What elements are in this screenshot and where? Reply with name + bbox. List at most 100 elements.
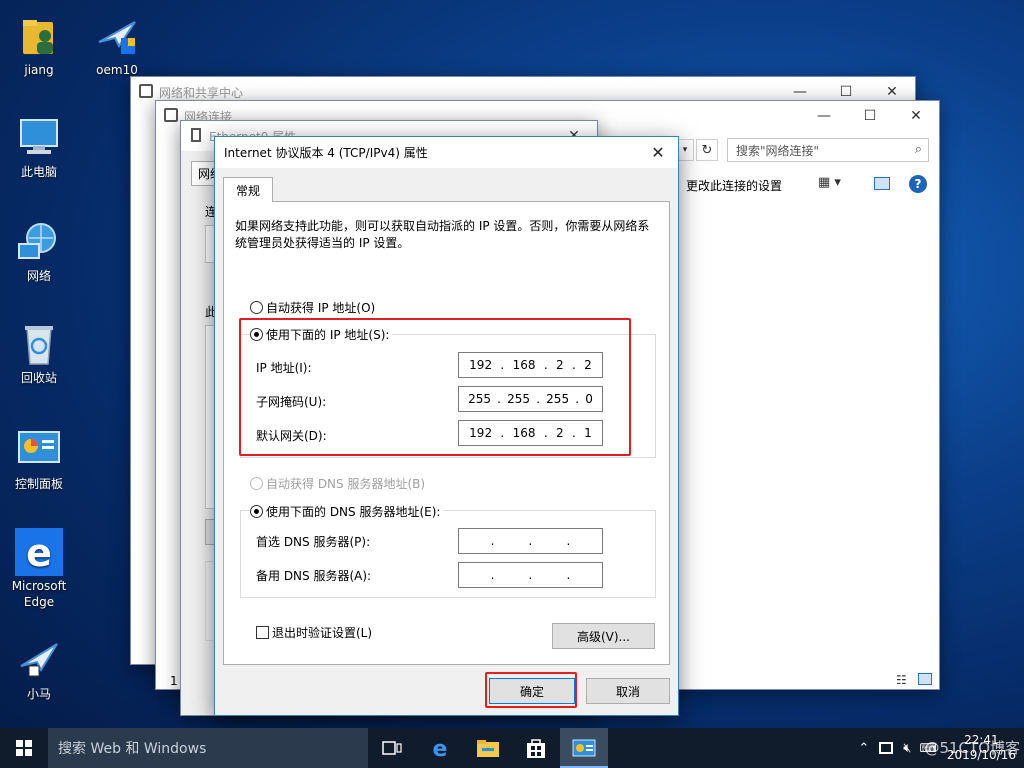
taskbar-search-box[interactable]: 搜索 Web 和 Windows bbox=[48, 728, 368, 768]
control-panel-icon bbox=[15, 426, 63, 474]
store-icon bbox=[527, 739, 545, 758]
taskbar-edge[interactable]: e bbox=[416, 728, 464, 768]
watermark: @51CTO博客 bbox=[924, 739, 1020, 757]
octet: 192 bbox=[469, 426, 493, 440]
validate-on-exit-checkbox[interactable]: 退出时验证设置(L) bbox=[256, 624, 372, 641]
octet: 255 bbox=[546, 392, 570, 406]
network-icon bbox=[164, 108, 178, 122]
preferred-dns-label: 首选 DNS 服务器(P): bbox=[256, 535, 371, 549]
octet: 192 bbox=[469, 358, 493, 372]
alternate-dns-label: 备用 DNS 服务器(A): bbox=[256, 569, 372, 583]
desktop-icon-label: jiang bbox=[24, 63, 54, 77]
maximize-button[interactable]: ☐ bbox=[847, 101, 893, 131]
octet: 255 bbox=[468, 392, 491, 406]
status-count: 1 bbox=[170, 674, 178, 688]
preview-pane-icon[interactable] bbox=[874, 177, 890, 190]
desktop-icon-jiang[interactable]: jiang bbox=[0, 12, 78, 78]
auto-dns-radio[interactable]: 自动获得 DNS 服务器地址(B) bbox=[250, 475, 425, 492]
close-button[interactable]: ✕ bbox=[893, 101, 939, 131]
desktop-icon-xiaoma[interactable]: 小马 bbox=[0, 636, 78, 702]
octet: 0 bbox=[585, 392, 593, 406]
start-button[interactable] bbox=[0, 728, 48, 768]
large-icons-view-icon[interactable] bbox=[918, 673, 932, 685]
octet: 2 bbox=[556, 358, 564, 372]
octet: 2 bbox=[556, 426, 564, 440]
help-icon[interactable]: ? bbox=[909, 175, 927, 193]
octet: 168 bbox=[512, 358, 536, 372]
folder-icon bbox=[477, 740, 499, 757]
search-icon: ⌕ bbox=[914, 142, 922, 157]
desktop-icon-label: 网络 bbox=[26, 269, 51, 283]
desktop-icon-label: 此电脑 bbox=[20, 165, 57, 179]
manual-dns-radio[interactable]: 使用下面的 DNS 服务器地址(E): bbox=[250, 503, 444, 520]
octet: 168 bbox=[512, 426, 536, 440]
ip-address-label: IP 地址(I): bbox=[256, 361, 312, 375]
radio-button[interactable] bbox=[250, 505, 263, 518]
auto-ip-label: 自动获得 IP 地址(O) bbox=[266, 301, 376, 315]
preferred-dns-field[interactable]: ... bbox=[458, 528, 603, 554]
taskbar-file-explorer[interactable] bbox=[464, 728, 512, 768]
task-view-button[interactable] bbox=[368, 728, 416, 768]
octet: 255 bbox=[507, 392, 531, 406]
dialog-titlebar[interactable]: Internet 协议版本 4 (TCP/IPv4) 属性 ✕ bbox=[215, 137, 678, 168]
search-input[interactable]: 搜索"网络连接" ⌕ bbox=[727, 138, 929, 162]
show-hidden-icons-chevron-icon[interactable]: ⌃ bbox=[858, 741, 869, 756]
octet: 2 bbox=[584, 358, 592, 372]
network-tray-icon[interactable] bbox=[879, 742, 894, 754]
ip-address-field[interactable]: 192. 168. 2. 2 bbox=[458, 352, 603, 378]
system-tray: ⌃ 🔇︎ ⌨ 22:41 2019/10/16 @51CTO博客 bbox=[858, 728, 1024, 768]
close-button[interactable]: ✕ bbox=[638, 137, 678, 168]
edge-icon: e bbox=[433, 737, 448, 760]
control-panel-icon bbox=[572, 739, 596, 757]
radio-button[interactable] bbox=[250, 477, 263, 490]
general-tab-panel: 如果网络支持此功能，则可以获取自动指派的 IP 设置。否则，你需要从网络系统管理… bbox=[223, 201, 670, 665]
gateway-field[interactable]: 192. 168. 2. 1 bbox=[458, 420, 603, 446]
desktop-icon-control-panel[interactable]: 控制面板 bbox=[0, 426, 78, 492]
desktop-icon-label: 回收站 bbox=[20, 371, 57, 385]
volume-muted-icon[interactable]: 🔇︎ bbox=[903, 741, 911, 756]
desktop-icon-oem10[interactable]: oem10 bbox=[78, 12, 156, 78]
computer-icon bbox=[15, 114, 63, 162]
minimize-button[interactable]: — bbox=[801, 101, 847, 131]
desktop-icon-edge[interactable]: e Microsoft Edge bbox=[0, 528, 78, 610]
gateway-label: 默认网关(D): bbox=[256, 429, 327, 443]
desktop-icon-network[interactable]: 网络 bbox=[0, 218, 78, 284]
radio-button[interactable] bbox=[250, 328, 263, 341]
advanced-button[interactable]: 高级(V)... bbox=[552, 623, 655, 649]
user-folder-icon bbox=[15, 12, 63, 60]
view-options-icon[interactable]: ▦ ▾ bbox=[818, 175, 841, 190]
tab-general[interactable]: 常规 bbox=[223, 177, 273, 202]
taskbar-store[interactable] bbox=[512, 728, 560, 768]
ipv4-properties-dialog[interactable]: Internet 协议版本 4 (TCP/IPv4) 属性 ✕ 常规 如果网络支… bbox=[214, 136, 679, 716]
radio-button[interactable] bbox=[250, 301, 263, 314]
bird-shortcut-icon bbox=[15, 636, 63, 684]
desktop-icon-recycle-bin[interactable]: 回收站 bbox=[0, 320, 78, 386]
cancel-button[interactable]: 取消 bbox=[586, 678, 670, 704]
auto-dns-label: 自动获得 DNS 服务器地址(B) bbox=[266, 477, 426, 491]
desktop-icon-label: 控制面板 bbox=[14, 477, 63, 491]
taskbar: 搜索 Web 和 Windows e ⌃ 🔇︎ ⌨ 22:41 2019/10/… bbox=[0, 728, 1024, 768]
network-icon bbox=[139, 84, 153, 98]
task-view-icon bbox=[382, 741, 402, 755]
dialog-title: Internet 协议版本 4 (TCP/IPv4) 属性 bbox=[224, 146, 428, 160]
desktop-icon-this-pc[interactable]: 此电脑 bbox=[0, 114, 78, 180]
checkbox[interactable] bbox=[256, 626, 269, 639]
window-title: 网络和共享中心 bbox=[159, 85, 244, 100]
refresh-button[interactable]: ↻ bbox=[696, 139, 718, 161]
ok-button[interactable]: 确定 bbox=[489, 678, 575, 704]
change-settings-link[interactable]: 更改此连接的设置 bbox=[686, 177, 782, 194]
svg-text:e: e bbox=[433, 737, 448, 760]
taskbar-control-panel[interactable] bbox=[560, 728, 608, 768]
octet: 1 bbox=[584, 426, 592, 440]
bird-shortcut-icon bbox=[93, 12, 141, 60]
clock[interactable]: 22:41 2019/10/16 @51CTO博客 bbox=[924, 733, 1020, 763]
auto-ip-radio[interactable]: 自动获得 IP 地址(O) bbox=[250, 299, 375, 316]
windows-logo-icon bbox=[16, 740, 32, 756]
subnet-mask-field[interactable]: 255. 255. 255. 0 bbox=[458, 386, 603, 412]
details-view-icon[interactable]: ☷ bbox=[896, 673, 907, 687]
validate-label: 退出时验证设置(L) bbox=[272, 626, 373, 640]
subnet-mask-label: 子网掩码(U): bbox=[256, 395, 327, 409]
description-text: 如果网络支持此功能，则可以获取自动指派的 IP 设置。否则，你需要从网络系统管理… bbox=[235, 219, 650, 250]
manual-ip-radio[interactable]: 使用下面的 IP 地址(S): bbox=[250, 326, 393, 343]
alternate-dns-field[interactable]: ... bbox=[458, 562, 603, 588]
